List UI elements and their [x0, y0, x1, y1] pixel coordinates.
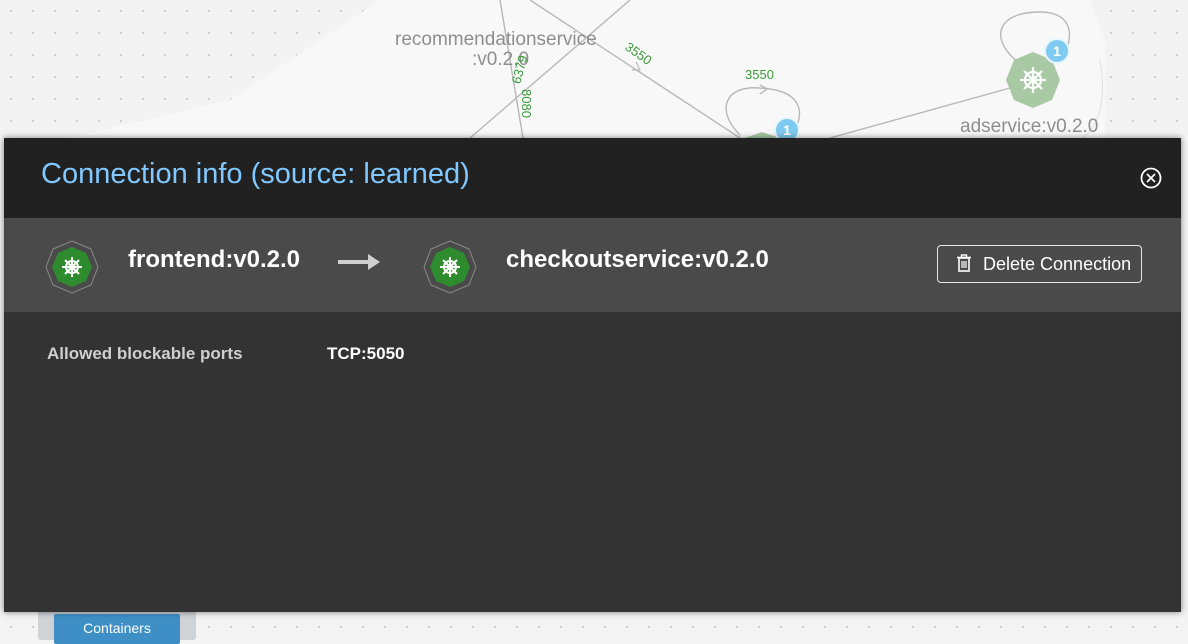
- target-service-name: checkoutservice:v0.2.0: [506, 246, 769, 273]
- delete-connection-label: Delete Connection: [983, 254, 1132, 274]
- node-label-recommendation: recommendationservice: [395, 29, 597, 50]
- graph-region: [60, 0, 1105, 140]
- delete-connection-button[interactable]: Delete Connection: [937, 245, 1142, 283]
- modal-title: Connection info (source: learned): [41, 158, 470, 190]
- allowed-ports-value: TCP:5050: [327, 344, 405, 363]
- arrow-right-icon: [338, 254, 380, 270]
- port-label: 3550: [745, 67, 774, 82]
- port-label: 8080: [518, 89, 534, 118]
- node-label-adservice: adservice:v0.2.0: [960, 116, 1099, 137]
- connection-summary: frontend:v0.2.0 checkoutservice:v0.2.0 D…: [4, 218, 1181, 312]
- kubernetes-service-icon: [423, 240, 477, 294]
- trash-icon: [957, 254, 971, 272]
- allowed-ports-label: Allowed blockable ports: [47, 344, 243, 363]
- close-icon[interactable]: [1140, 167, 1162, 189]
- source-service-name: frontend:v0.2.0: [128, 246, 301, 273]
- adservice-count-badge: 1: [1044, 38, 1070, 64]
- modal-header: Connection info (source: learned): [4, 138, 1181, 218]
- kubernetes-service-icon: [45, 240, 99, 294]
- connection-info-modal: Connection info (source: learned) fronte…: [4, 138, 1181, 612]
- containers-button-label[interactable]: Containers: [54, 614, 180, 644]
